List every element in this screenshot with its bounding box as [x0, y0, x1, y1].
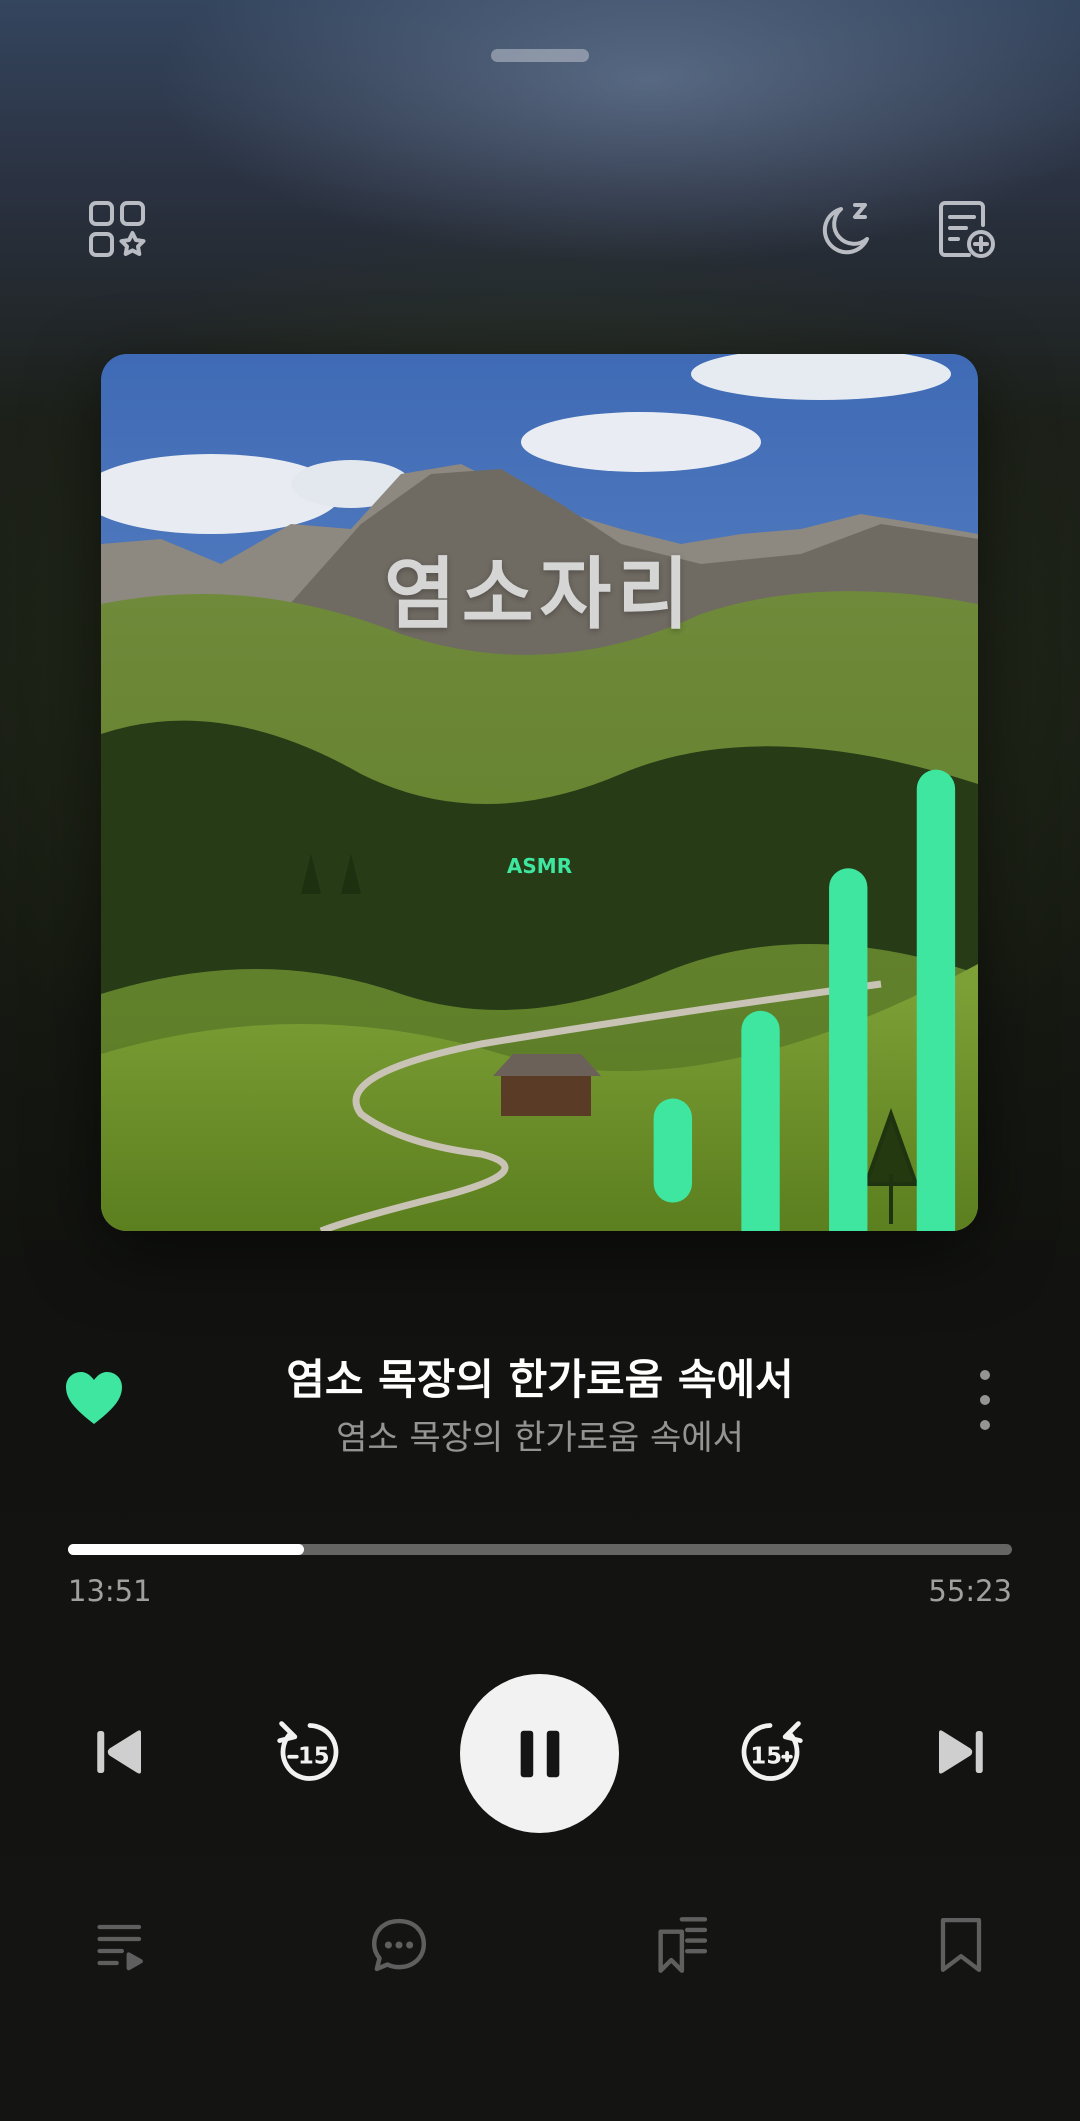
bookmark-icon — [940, 1918, 982, 1972]
next-track-button[interactable] — [928, 1720, 992, 1784]
comment-icon — [371, 1918, 427, 1972]
track-title: 염소 목장의 한가로움 속에서 — [286, 1355, 794, 1404]
total-time: 55:23 — [928, 1574, 1012, 1608]
skip-previous-icon — [97, 1730, 141, 1774]
pause-icon — [520, 1730, 559, 1777]
sleep-timer-icon[interactable] — [808, 194, 880, 266]
more-options-icon[interactable] — [970, 1370, 1000, 1430]
skip-next-icon — [939, 1730, 983, 1774]
bookmark-list-button[interactable] — [648, 1910, 714, 1980]
forward-seconds-label: 15 — [750, 1743, 782, 1769]
pause-button[interactable] — [460, 1674, 619, 1833]
grid-star-icon[interactable] — [82, 194, 154, 266]
rewind-seconds-label: 15 — [298, 1743, 330, 1769]
rewind-15-button[interactable]: 15 — [272, 1714, 348, 1790]
queue-icon — [97, 1924, 143, 1971]
album-cover: 염소자리 ASMR — [101, 354, 978, 1231]
like-heart-icon[interactable] — [64, 1370, 124, 1426]
bookmark-button[interactable] — [928, 1910, 994, 1980]
cover-title: 염소자리 — [383, 550, 696, 640]
elapsed-time: 13:51 — [68, 1574, 152, 1608]
asmr-sound-wave-icon — [653, 769, 956, 1231]
queue-button[interactable] — [88, 1910, 154, 1980]
asmr-badge-text: ASMR — [506, 854, 573, 878]
bookmark-list-icon — [658, 1917, 708, 1973]
playlist-add-icon[interactable] — [930, 194, 1002, 266]
progress-bar[interactable] — [68, 1544, 1012, 1555]
track-subtitle: 염소 목장의 한가로움 속에서 — [336, 1418, 744, 1458]
sheet-grab-handle[interactable] — [491, 49, 589, 62]
previous-track-button[interactable] — [88, 1720, 152, 1784]
progress-fill — [68, 1544, 304, 1555]
forward-15-icon: 15 — [741, 1721, 803, 1781]
forward-15-button[interactable]: 15 — [732, 1714, 808, 1790]
comments-button[interactable] — [366, 1910, 432, 1980]
rewind-15-icon: 15 — [277, 1721, 339, 1781]
